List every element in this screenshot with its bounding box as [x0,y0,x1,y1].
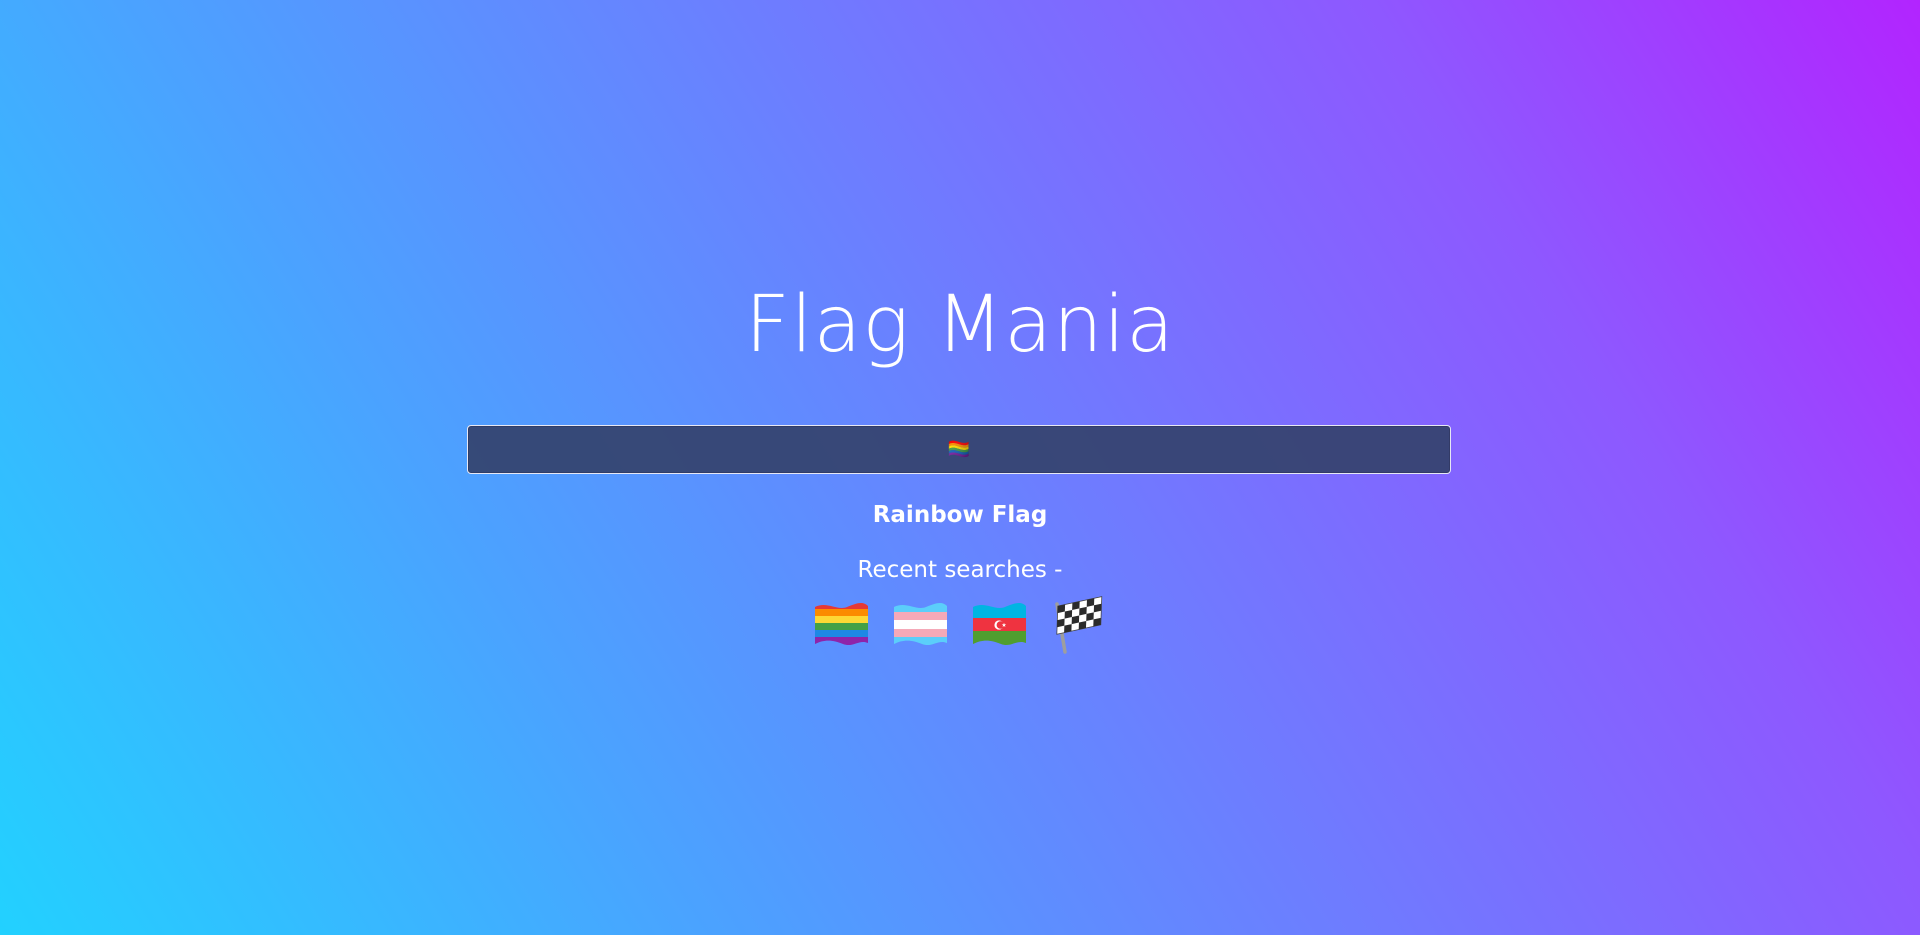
recent-searches-label: Recent searches - [857,557,1063,583]
page: Flag Mania Rainbow Flag Recent searches … [0,0,1920,935]
transgender-flag-icon [894,603,947,646]
page-title: Flag Mania [745,280,1175,370]
recent-item-azerbaijan[interactable] [971,596,1028,654]
chequered-flag-icon [1055,596,1103,654]
search-input[interactable] [467,425,1451,474]
result-flag-name: Rainbow Flag [872,502,1048,528]
recent-item-transgender[interactable] [892,596,949,654]
rainbow-flag-icon [815,603,868,646]
recent-searches-list [0,596,1920,654]
azerbaijan-flag-icon [973,603,1026,646]
recent-item-chequered[interactable] [1050,596,1107,654]
recent-item-rainbow[interactable] [813,596,870,654]
